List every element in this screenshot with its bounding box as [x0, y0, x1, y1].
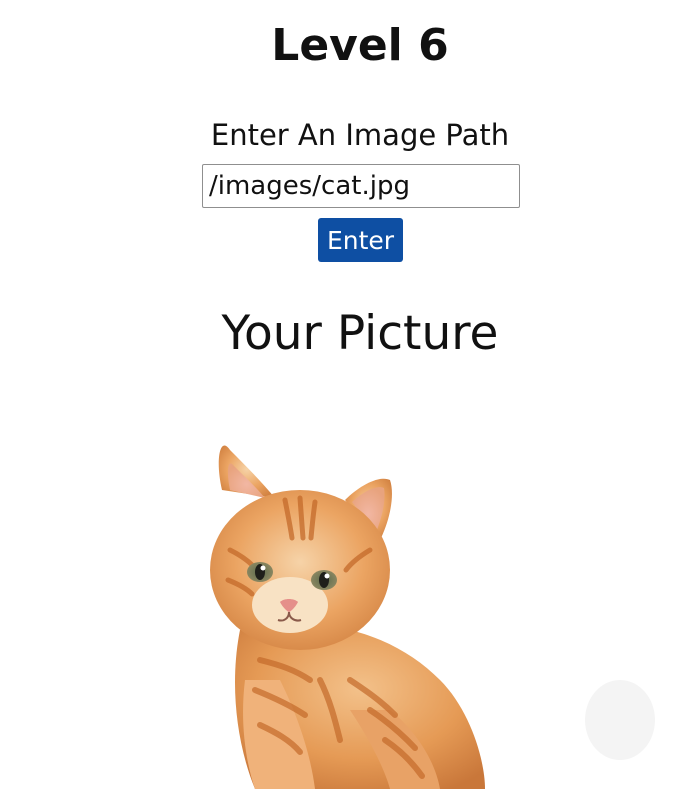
cat-picture [210, 445, 655, 789]
page: Level 6 Enter An Image Path Enter Your P… [0, 0, 685, 789]
enter-button[interactable]: Enter [318, 218, 403, 262]
your-picture-heading: Your Picture [221, 306, 499, 361]
image-path-input[interactable] [202, 164, 520, 208]
page-title: Level 6 [271, 20, 449, 71]
image-path-label: Enter An Image Path [210, 118, 510, 152]
